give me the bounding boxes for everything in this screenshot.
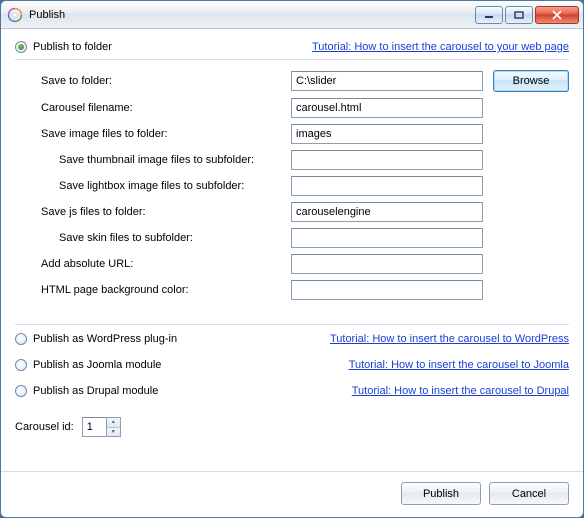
carousel-filename-input[interactable]: [291, 98, 483, 118]
save-js-input[interactable]: [291, 202, 483, 222]
save-lightbox-label: Save lightbox image files to subfolder:: [59, 180, 291, 192]
radio-icon: [15, 385, 27, 397]
carousel-id-stepper[interactable]: ▲ ▼: [82, 417, 121, 437]
save-image-files-input[interactable]: [291, 124, 483, 144]
publish-dialog: Publish Publish to folder Tutorial: How …: [0, 0, 584, 518]
folder-settings-group: Save to folder: Browse Carousel filename…: [15, 59, 569, 314]
save-thumb-label: Save thumbnail image files to subfolder:: [59, 154, 291, 166]
stepper-up-icon[interactable]: ▲: [107, 418, 120, 428]
cancel-button[interactable]: Cancel: [489, 482, 569, 505]
radio-label: Publish as Drupal module: [33, 385, 158, 397]
publish-button[interactable]: Publish: [401, 482, 481, 505]
publish-to-folder-option[interactable]: Publish to folder: [15, 41, 112, 53]
tutorial-link-joomla[interactable]: Tutorial: How to insert the carousel to …: [349, 359, 569, 371]
radio-icon: [15, 41, 27, 53]
dialog-body: Publish to folder Tutorial: How to inser…: [1, 29, 583, 471]
radio-icon: [15, 359, 27, 371]
publish-drupal-option[interactable]: Publish as Drupal module: [15, 385, 158, 397]
absolute-url-label: Add absolute URL:: [41, 258, 291, 270]
browse-button[interactable]: Browse: [493, 70, 569, 92]
minimize-button[interactable]: [475, 6, 503, 24]
absolute-url-input[interactable]: [291, 254, 483, 274]
publish-joomla-option[interactable]: Publish as Joomla module: [15, 359, 161, 371]
maximize-button[interactable]: [505, 6, 533, 24]
carousel-id-label: Carousel id:: [15, 421, 74, 433]
close-button[interactable]: [535, 6, 579, 24]
carousel-filename-label: Carousel filename:: [41, 102, 291, 114]
radio-icon: [15, 333, 27, 345]
app-icon: [7, 7, 23, 23]
save-thumb-input[interactable]: [291, 150, 483, 170]
save-image-files-label: Save image files to folder:: [41, 128, 291, 140]
window-title: Publish: [29, 9, 65, 21]
save-to-folder-label: Save to folder:: [41, 75, 291, 87]
save-to-folder-input[interactable]: [291, 71, 483, 91]
radio-label: Publish as WordPress plug-in: [33, 333, 177, 345]
publish-wordpress-option[interactable]: Publish as WordPress plug-in: [15, 333, 177, 345]
stepper-down-icon[interactable]: ▼: [107, 428, 120, 437]
dialog-footer: Publish Cancel: [1, 471, 583, 517]
carousel-id-input[interactable]: [82, 417, 106, 437]
radio-label: Publish as Joomla module: [33, 359, 161, 371]
radio-label: Publish to folder: [33, 41, 112, 53]
tutorial-link-wordpress[interactable]: Tutorial: How to insert the carousel to …: [330, 333, 569, 345]
bg-color-label: HTML page background color:: [41, 284, 291, 296]
save-skin-label: Save skin files to subfolder:: [59, 232, 291, 244]
save-skin-input[interactable]: [291, 228, 483, 248]
save-lightbox-input[interactable]: [291, 176, 483, 196]
bg-color-input[interactable]: [291, 280, 483, 300]
save-js-label: Save js files to folder:: [41, 206, 291, 218]
tutorial-link-folder[interactable]: Tutorial: How to insert the carousel to …: [312, 41, 569, 53]
titlebar[interactable]: Publish: [1, 1, 583, 29]
tutorial-link-drupal[interactable]: Tutorial: How to insert the carousel to …: [352, 385, 569, 397]
